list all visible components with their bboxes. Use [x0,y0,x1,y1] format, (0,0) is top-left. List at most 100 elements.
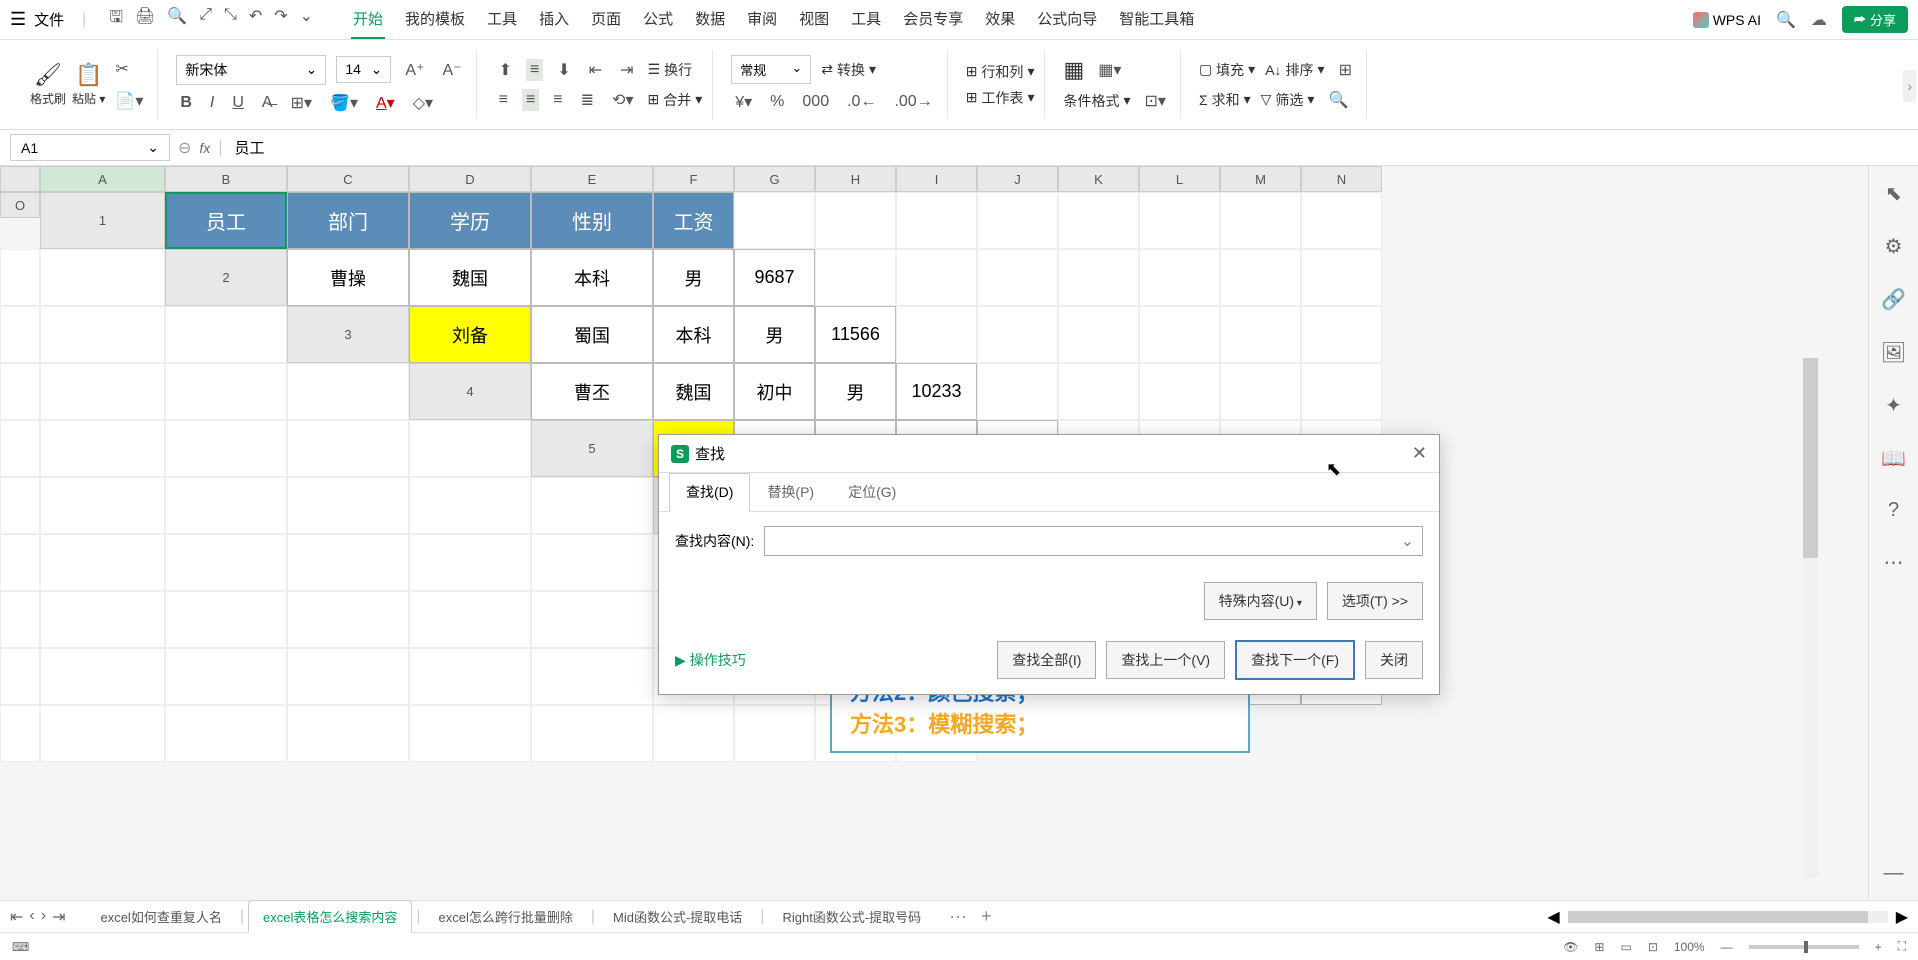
link-icon[interactable]: 🔗 [1881,287,1906,312]
cell[interactable] [1058,192,1139,249]
cell[interactable] [977,363,1058,420]
save-icon[interactable]: 🖫 [109,6,123,33]
cell[interactable]: 初中 [734,363,815,420]
menu-tab-5[interactable]: 公式 [641,0,675,39]
cell[interactable] [1220,306,1301,363]
close-button[interactable]: 关闭 [1365,641,1423,679]
cell[interactable] [409,705,531,762]
cell[interactable] [977,192,1058,249]
format-painter-button[interactable]: 🖌格式刷 [30,62,66,107]
zoom-slider[interactable] [1749,945,1859,949]
sheet-prev-icon[interactable]: ‹ [29,907,34,927]
help-icon[interactable]: ? [1888,499,1899,522]
align-right-icon[interactable]: ≡ [549,89,566,111]
name-box[interactable]: A1⌄ [10,134,170,161]
view-eye-icon[interactable]: 👁 [1563,940,1578,954]
zoom-in-button[interactable]: + [1875,940,1882,954]
indent-left-icon[interactable]: ⇤ [585,58,606,82]
fill-color-icon[interactable]: 🪣▾ [326,91,362,115]
fill-button[interactable]: ▢ 填充 ▾ [1199,60,1255,80]
cell[interactable] [165,591,287,648]
menu-tab-9[interactable]: 工具 [849,0,883,39]
column-header[interactable]: E [531,166,653,192]
cell[interactable]: 曹操 [287,249,409,306]
cell[interactable] [1220,249,1301,306]
table-format-button[interactable]: ▦ [1063,57,1084,83]
column-header[interactable]: L [1139,166,1220,192]
sort-button[interactable]: A↓ 排序 ▾ [1265,60,1324,80]
print-icon[interactable]: 🖨 [135,6,155,33]
cell[interactable] [977,249,1058,306]
cell[interactable] [1301,306,1382,363]
decimal-inc-icon[interactable]: .0← [843,91,880,113]
cell[interactable] [0,648,40,705]
menu-tab-0[interactable]: 开始 [351,0,385,39]
cell[interactable] [531,648,653,705]
sheet-more-icon[interactable]: ··· [949,906,967,927]
cell[interactable] [40,705,165,762]
cell[interactable]: 男 [734,306,815,363]
conditional-format-button[interactable]: 条件格式 ▾ [1063,91,1130,111]
menu-tab-10[interactable]: 会员专享 [901,0,965,39]
grid-icon[interactable]: ⊞ [1335,58,1356,82]
operation-tips-link[interactable]: ▶ 操作技巧 [675,650,746,670]
find-all-button[interactable]: 查找全部(I) [997,641,1096,679]
undo-icon[interactable]: ↶ [249,6,262,33]
cell[interactable]: 工资 [653,192,734,249]
cell[interactable] [531,477,653,534]
cell[interactable] [1139,306,1220,363]
cell[interactable] [1058,306,1139,363]
cell[interactable] [287,477,409,534]
font-name-select[interactable]: 新宋体⌄ [176,55,326,85]
more-quick-icon[interactable]: ⌄ [300,6,313,33]
cell[interactable] [40,420,165,477]
minimize-icon[interactable]: — [1884,862,1904,885]
align-justify-icon[interactable]: ≣ [577,88,598,112]
tools-icon[interactable]: ✦ [1885,393,1902,418]
cell[interactable] [409,477,531,534]
sheet-last-icon[interactable]: ⇥ [52,907,65,927]
cell[interactable] [1220,363,1301,420]
cell[interactable] [0,420,40,477]
sheet-tab-0[interactable]: excel如何查重复人名 [86,901,235,932]
cell[interactable]: 男 [653,249,734,306]
cell[interactable] [165,477,287,534]
align-left-icon[interactable]: ≡ [495,89,512,111]
column-header[interactable]: H [815,166,896,192]
zoom-out-button[interactable]: — [1721,940,1733,954]
cell[interactable] [40,306,165,363]
close-icon[interactable]: ✕ [1412,443,1427,464]
italic-icon[interactable]: I [206,92,218,114]
cell[interactable] [165,363,287,420]
cell[interactable] [40,363,165,420]
dialog-tab-1[interactable]: 替换(P) [750,473,831,511]
cell[interactable] [40,534,165,591]
strikethrough-icon[interactable]: A̶ [258,92,277,114]
cell[interactable] [409,648,531,705]
worksheet-button[interactable]: ⊞ 工作表 ▾ [966,88,1035,108]
cell[interactable] [977,306,1058,363]
options-button[interactable]: 选项(T) >> [1327,582,1423,620]
column-header[interactable]: O [0,192,40,218]
align-bottom-icon[interactable]: ⬇ [553,58,574,82]
spreadsheet[interactable]: ABCDEFGHIJKLMNO1员工部门学历性别工资2曹操魏国本科男96873刘… [0,166,1868,900]
zoom-value[interactable]: 100% [1674,940,1705,954]
copy-icon[interactable]: 📄▾ [111,89,147,113]
menu-tab-4[interactable]: 页面 [589,0,623,39]
cell[interactable] [815,192,896,249]
find-icon[interactable]: 🔍 [1324,88,1352,112]
view-normal-icon[interactable]: ⊞ [1594,940,1604,954]
cell[interactable] [531,591,653,648]
cell[interactable] [287,591,409,648]
menu-tab-3[interactable]: 插入 [537,0,571,39]
cell[interactable] [0,591,40,648]
cell[interactable] [734,705,815,762]
cell[interactable] [896,192,977,249]
cell[interactable] [1220,192,1301,249]
border-icon[interactable]: ⊞▾ [287,91,316,115]
cell[interactable]: 曹丕 [531,363,653,420]
row-header[interactable]: 5 [531,420,653,477]
menu-tab-1[interactable]: 我的模板 [403,0,467,39]
row-header[interactable]: 3 [287,306,409,363]
currency-icon[interactable]: ¥▾ [731,90,756,114]
